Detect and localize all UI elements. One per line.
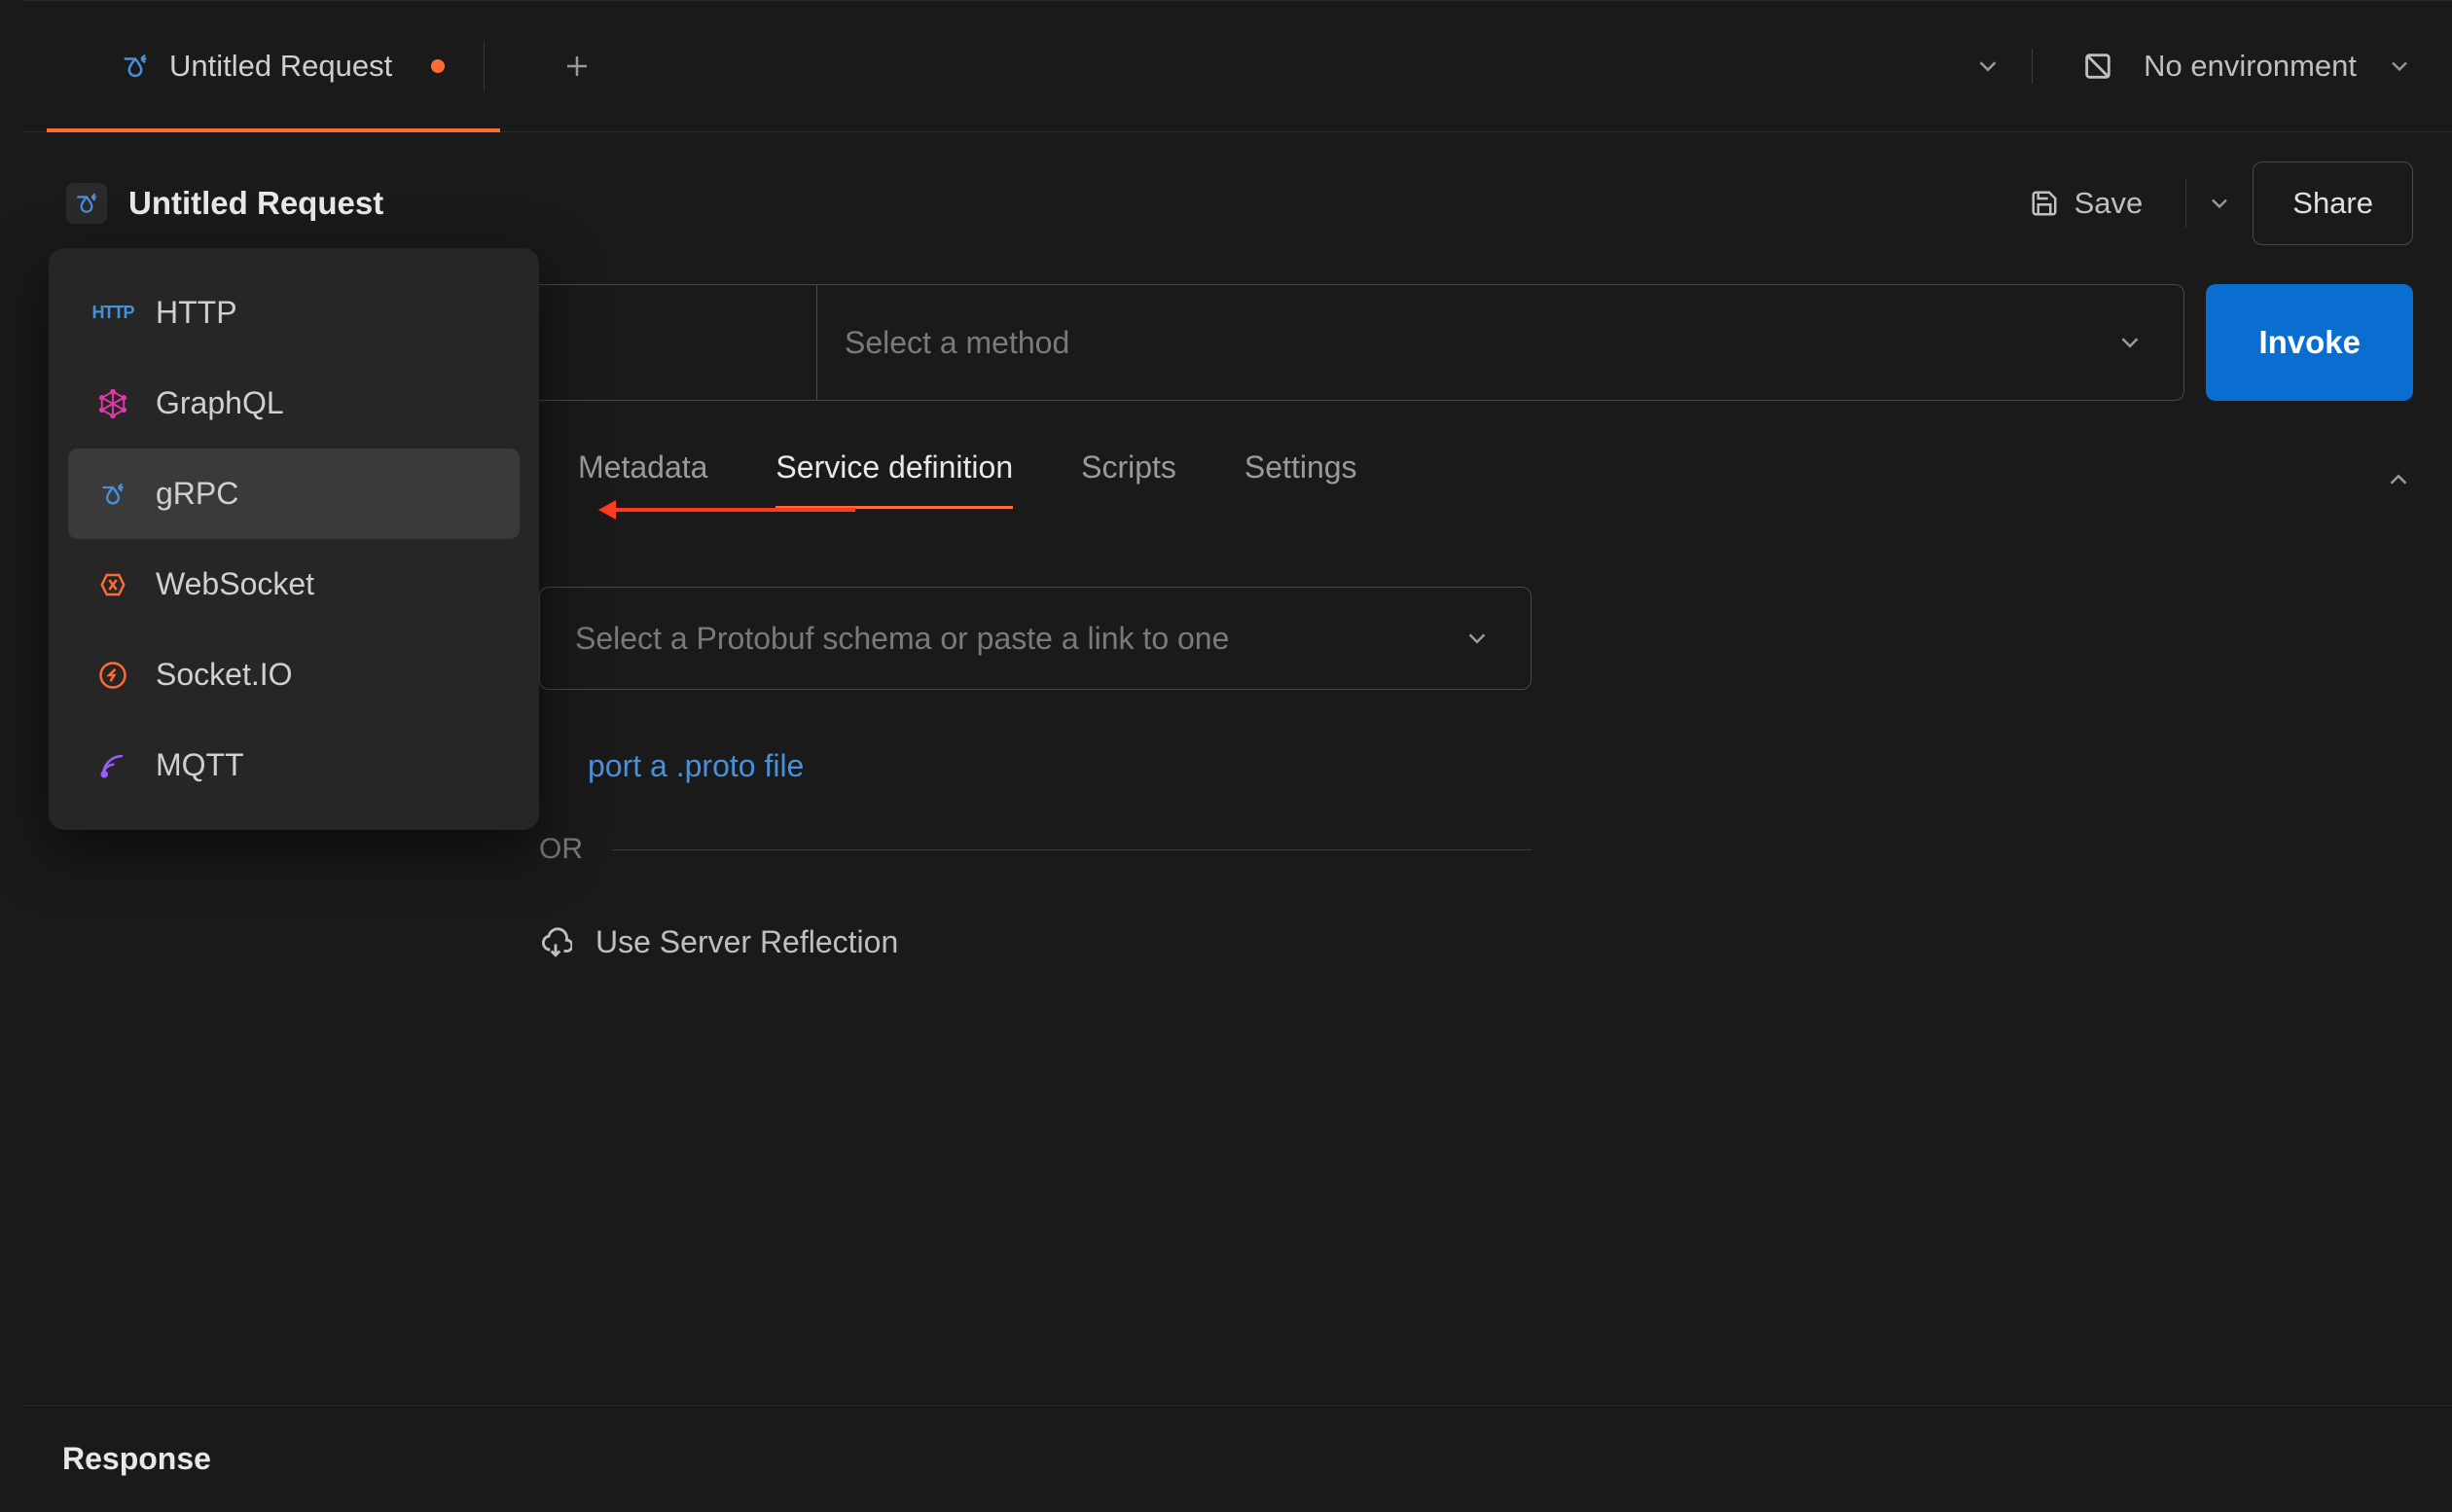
active-tab-underline: [47, 128, 500, 132]
grpc-icon: [121, 52, 150, 81]
chevron-down-icon: [2386, 53, 2413, 80]
request-name[interactable]: Untitled Request: [128, 185, 383, 222]
cloud-download-icon: [539, 926, 572, 959]
chevron-down-icon: [2206, 190, 2233, 217]
socketio-icon: [97, 660, 128, 691]
websocket-icon: [97, 569, 128, 600]
http-icon: HTTP: [97, 298, 128, 329]
chevron-up-icon: [2384, 465, 2413, 494]
graphql-icon: [97, 388, 128, 419]
protocol-item-http[interactable]: HTTP HTTP: [68, 268, 520, 358]
tabs-dropdown-button[interactable]: [1973, 52, 2002, 81]
schema-placeholder: Select a Protobuf schema or paste a link…: [575, 621, 1229, 657]
save-button[interactable]: Save: [2006, 166, 2167, 240]
topbar: Untitled Request No environment: [23, 0, 2452, 131]
tab-service-definition[interactable]: Service definition: [775, 450, 1013, 509]
response-section: Response: [23, 1405, 2452, 1512]
annotation-arrow: [612, 508, 855, 512]
tab-settings[interactable]: Settings: [1244, 450, 1357, 509]
grpc-icon: [97, 479, 128, 510]
method-selector[interactable]: Select a method: [816, 285, 2183, 400]
request-type-badge[interactable]: [66, 183, 107, 224]
unsaved-indicator: [431, 59, 445, 73]
tab-metadata[interactable]: Metadata: [578, 450, 707, 509]
protocol-item-graphql[interactable]: GraphQL: [68, 358, 520, 449]
method-placeholder: Select a method: [845, 325, 1069, 361]
protocol-item-websocket[interactable]: WebSocket: [68, 539, 520, 630]
save-icon: [2030, 189, 2059, 218]
or-divider: OR: [539, 833, 1532, 866]
protocol-item-socketio[interactable]: Socket.IO: [68, 630, 520, 720]
protocol-dropdown: HTTP HTTP GraphQL gRPC WebSocket Socke: [49, 248, 539, 830]
response-label: Response: [62, 1441, 211, 1476]
plus-icon: [562, 52, 592, 81]
schema-selector[interactable]: Select a Protobuf schema or paste a link…: [539, 587, 1532, 690]
invoke-button[interactable]: Invoke: [2206, 284, 2413, 401]
save-dropdown-button[interactable]: [2206, 190, 2233, 217]
tab-scripts[interactable]: Scripts: [1081, 450, 1176, 509]
mqtt-icon: [97, 750, 128, 781]
chevron-down-icon: [1462, 624, 1492, 653]
share-button[interactable]: Share: [2253, 162, 2413, 245]
no-environment-icon: [2081, 50, 2114, 83]
tab-label: Untitled Request: [121, 49, 392, 84]
collapse-button[interactable]: [2384, 465, 2413, 494]
chevron-down-icon: [1973, 52, 2002, 81]
import-proto-link[interactable]: port a .proto file: [539, 748, 2413, 784]
protocol-item-mqtt[interactable]: MQTT: [68, 720, 520, 810]
grpc-icon: [74, 191, 99, 216]
chevron-down-icon: [2115, 328, 2145, 357]
environment-selector[interactable]: No environment: [2032, 49, 2413, 84]
protocol-item-grpc[interactable]: gRPC: [68, 449, 520, 539]
environment-label: No environment: [2144, 49, 2357, 84]
new-tab-button[interactable]: [562, 52, 592, 81]
use-server-reflection[interactable]: Use Server Reflection: [539, 924, 2413, 960]
request-tab[interactable]: Untitled Request: [23, 1, 523, 131]
